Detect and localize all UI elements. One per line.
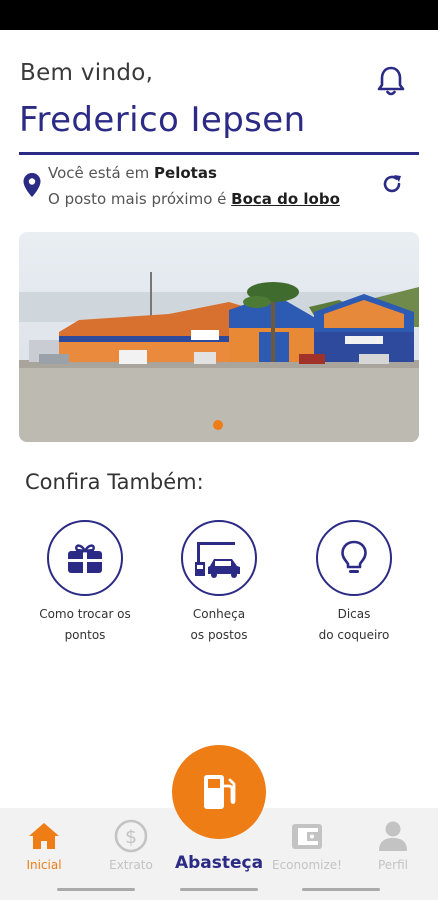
current-city: Pelotas [154,164,217,182]
nav-label-economize: Economize! [272,858,342,872]
nav-indicator-bar [302,888,380,891]
nav-item-inicial[interactable]: Inicial [9,818,79,872]
shortcut-label: Como trocar os pontos [20,604,150,646]
wallet-icon [292,824,322,849]
lightbulb-icon [341,540,367,573]
shortcut-circle [47,520,123,596]
shortcut-label-line1: Dicas [337,607,371,621]
shortcut-coqueiro-tips[interactable]: Dicas do coqueiro [289,520,419,646]
nav-item-perfil[interactable]: Perfil [358,818,428,872]
carousel-indicator-active[interactable] [213,420,223,430]
nav-item-economize[interactable]: Economize! [272,818,342,872]
promo-banner[interactable] [19,232,419,442]
shortcut-label-line2: os postos [190,628,248,642]
shortcut-circle [316,520,392,596]
shortcut-circle [181,520,257,596]
gas-station-photo [19,232,419,442]
location-pin-icon [23,173,41,197]
refresh-icon [383,175,401,193]
refuel-fab-label[interactable]: Abasteça [168,853,270,873]
home-icon [29,823,59,849]
gift-card-icon [68,544,102,573]
nearest-station-link[interactable]: Boca do lobo [231,190,340,208]
shortcut-meet-stations[interactable]: Conheça os postos [154,520,284,646]
current-city-prefix: Você está em [48,164,150,182]
status-bar [0,0,438,30]
nav-item-extrato[interactable]: $ Extrato [96,818,166,872]
nav-label-inicial: Inicial [26,858,62,872]
shortcut-label-line1: Como trocar os [39,607,131,621]
header-divider [19,152,419,155]
section-title: Confira Também: [25,470,204,494]
fuel-pump-icon [204,775,236,809]
notifications-button[interactable] [376,64,406,98]
refresh-location-button[interactable] [380,172,404,196]
person-icon [379,821,407,851]
nav-label-extrato: Extrato [109,858,153,872]
svg-text:$: $ [125,826,137,848]
dollar-icon: $ [114,819,148,853]
shortcut-how-to-redeem-points[interactable]: Como trocar os pontos [20,520,150,646]
shortcut-label: Conheça os postos [154,604,284,646]
current-city-line: Você está em Pelotas [48,164,217,182]
gas-station-car-icon [195,542,240,578]
nav-indicator-bar [57,888,135,891]
user-name: Frederico Iepsen [19,100,306,140]
shortcut-label-line1: Conheça [192,607,246,621]
refuel-fab-button[interactable] [172,745,266,839]
nav-label-perfil: Perfil [377,858,409,872]
shortcut-label-line2: pontos [64,628,106,642]
shortcut-label-line2: do coqueiro [318,628,390,642]
nearest-station-prefix: O posto mais próximo é [48,190,227,208]
bell-icon [377,66,405,96]
greeting-text: Bem vindo, [20,60,154,86]
nearest-station-line: O posto mais próximo é Boca do lobo [48,190,340,208]
nav-indicator-bar [180,888,258,891]
shortcut-label: Dicas do coqueiro [289,604,419,646]
